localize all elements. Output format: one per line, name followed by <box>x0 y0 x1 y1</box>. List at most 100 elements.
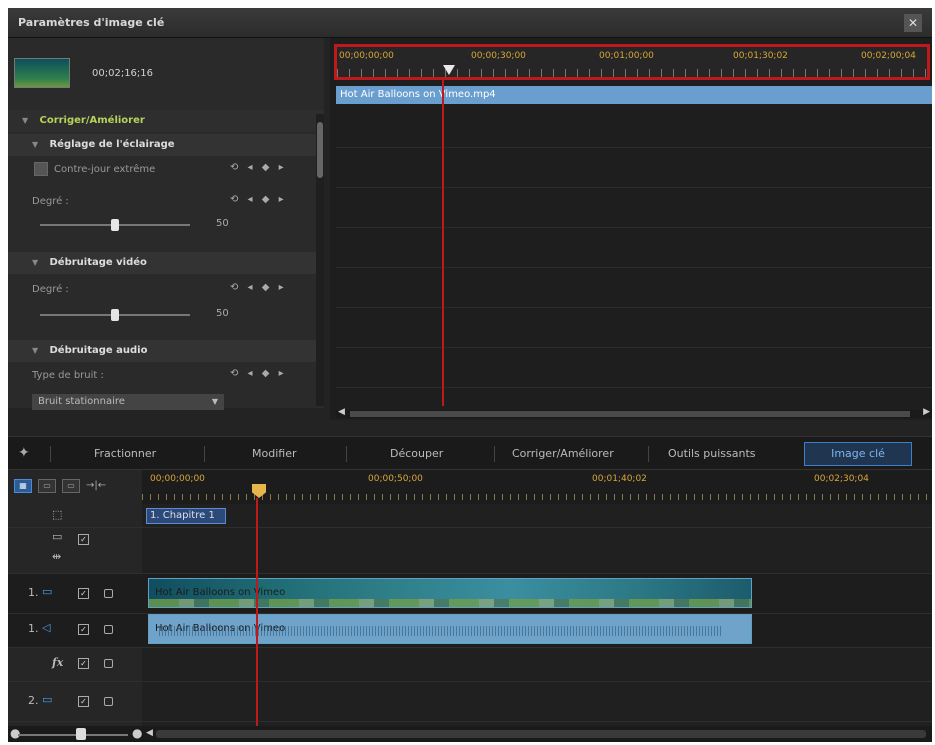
scroll-left-icon[interactable]: ◀ <box>338 407 345 417</box>
modifier-button[interactable]: Modifier <box>252 447 296 460</box>
degre-slider[interactable] <box>40 309 190 321</box>
timeline-ruler[interactable]: 00;00;00;00 00;00;50;00 00;01;40;02 00;0… <box>142 470 932 504</box>
vertical-scrollbar[interactable] <box>316 114 324 406</box>
corriger-ameliorer-button[interactable]: Corriger/Améliorer <box>512 447 614 460</box>
degre-label: Degré : <box>32 196 69 207</box>
split-icon: ⇹ <box>52 550 62 563</box>
track-enable-checkbox[interactable]: ✓ <box>78 588 89 599</box>
outils-puissants-button[interactable]: Outils puissants <box>668 447 756 460</box>
subsection-debruitage-audio[interactable]: ▼ Débruitage audio <box>8 340 324 362</box>
keyframe-row[interactable] <box>336 228 932 268</box>
keyframe-row[interactable] <box>336 348 932 388</box>
zoom-out-icon[interactable]: ● <box>10 726 20 740</box>
subsection-eclairage[interactable]: ▼ Réglage de l'éclairage <box>8 134 324 156</box>
zoom-slider[interactable] <box>18 734 128 736</box>
separator <box>648 446 649 462</box>
timeline-horizontal-scrollbar[interactable] <box>156 730 926 738</box>
clip-title: Hot Air Balloons on Vimeo <box>155 587 286 598</box>
subsection-debruitage-video[interactable]: ▼ Débruitage vidéo <box>8 252 324 274</box>
horizontal-scrollbar[interactable]: ◀ ▶ <box>336 407 932 418</box>
ruler-label: 00;01;00;00 <box>599 51 654 61</box>
zoom-in-icon[interactable]: ● <box>132 726 142 740</box>
bruit-dropdown[interactable]: Bruit stationnaire ▼ <box>32 394 224 410</box>
lock-icon[interactable] <box>104 625 113 634</box>
scroll-thumb[interactable] <box>317 122 323 178</box>
ruler-ticks <box>337 69 927 77</box>
track-enable-checkbox[interactable]: ✓ <box>78 696 89 707</box>
scroll-left-icon[interactable]: ◀ <box>146 728 153 738</box>
monitor-icon[interactable]: ▭ <box>62 479 80 493</box>
keyframe-row[interactable] <box>336 148 932 188</box>
keyframe-controls[interactable]: ⟲ ◂ ◆ ▸ <box>230 282 287 293</box>
keyframe-controls[interactable]: ⟲ ◂ ◆ ▸ <box>230 162 287 173</box>
degre-slider[interactable] <box>40 219 190 231</box>
title-bar: Paramètres d'image clé ✕ <box>8 8 932 38</box>
lock-icon[interactable] <box>104 659 113 668</box>
lock-icon[interactable] <box>104 697 113 706</box>
subsection-label: Débruitage audio <box>49 345 148 356</box>
separator <box>50 446 51 462</box>
audio-track-1: 1. ◁ ✓ Hot Air Balloons on Vimeo <box>8 614 932 648</box>
ruler-label: 00;02;30;04 <box>814 474 869 484</box>
clip-thumbnail <box>14 58 70 88</box>
contre-jour-label: Contre-jour extrême <box>54 164 156 175</box>
slider-thumb[interactable] <box>111 219 119 231</box>
clip-thumbnails <box>149 599 751 607</box>
timeline-playhead-line <box>256 498 258 742</box>
magic-tool-icon[interactable]: ✦ <box>18 445 30 461</box>
zoom-slider-thumb[interactable] <box>76 728 86 740</box>
track-index: 1. <box>28 622 39 635</box>
keyframe-row[interactable] <box>336 188 932 228</box>
collapse-triangle-icon: ▼ <box>32 258 39 267</box>
section-corriger-ameliorer[interactable]: ▼ Corriger/Améliorer <box>8 110 324 132</box>
video-clip[interactable]: Hot Air Balloons on Vimeo <box>148 578 752 608</box>
keyframe-controls[interactable]: ⟲ ◂ ◆ ▸ <box>230 194 287 205</box>
fractionner-button[interactable]: Fractionner <box>94 447 156 460</box>
degre-label: Degré : <box>32 284 69 295</box>
keyframe-row[interactable] <box>336 308 932 348</box>
scroll-thumb[interactable] <box>350 411 910 417</box>
video-track-1: 1. ▭ ✓ Hot Air Balloons on Vimeo <box>8 574 932 614</box>
track-index: 1. <box>28 586 39 599</box>
subsection-label: Débruitage vidéo <box>49 257 147 268</box>
effects-panel: 00;02;16;16 ▼ Corriger/Améliorer ▼ Régla… <box>8 38 324 410</box>
ruler-label: 00;00;30;00 <box>471 51 526 61</box>
fx-track: fx ✓ <box>8 648 932 682</box>
ruler-label: 00;01;40;02 <box>592 474 647 484</box>
timeline-view-tools: ▦ ▭ ▭ →|← <box>14 478 106 493</box>
storyboard-view-icon[interactable]: ▭ <box>38 479 56 493</box>
clip-bar[interactable]: Hot Air Balloons on Vimeo.mp4 <box>336 86 932 104</box>
chapter-marker[interactable]: 1. Chapitre 1 <box>146 508 226 524</box>
keyframe-row[interactable] <box>336 108 932 148</box>
separator <box>346 446 347 462</box>
fx-icon: fx <box>52 656 64 669</box>
slider-thumb[interactable] <box>111 309 119 321</box>
collapse-triangle-icon: ▼ <box>32 346 39 355</box>
playhead-line <box>442 80 444 406</box>
track-enable-checkbox[interactable]: ✓ <box>78 534 89 545</box>
track-enable-checkbox[interactable]: ✓ <box>78 624 89 635</box>
collapse-triangle-icon: ▼ <box>22 116 29 125</box>
separator <box>204 446 205 462</box>
lock-icon[interactable] <box>104 589 113 598</box>
keyframe-ruler[interactable]: 00;00;00;00 00;00;30;00 00;01;00;00 00;0… <box>334 44 930 80</box>
subtitle-track: ▭ ✓ ⇹ <box>8 528 932 574</box>
keyframe-timeline: 00;00;00;00 00;00;30;00 00;01;00;00 00;0… <box>330 38 932 420</box>
audio-track-icon: ◁ <box>42 621 51 634</box>
keyframe-controls[interactable]: ⟲ ◂ ◆ ▸ <box>230 368 287 379</box>
close-button[interactable]: ✕ <box>904 14 922 32</box>
track-enable-checkbox[interactable]: ✓ <box>78 658 89 669</box>
type-bruit-label: Type de bruit : <box>32 370 104 381</box>
keyframe-row[interactable] <box>336 268 932 308</box>
chapter-track: ⬚ 1. Chapitre 1 <box>8 504 932 528</box>
timeline-view-icon[interactable]: ▦ <box>14 479 32 493</box>
fit-icon[interactable]: →|← <box>86 480 106 491</box>
audio-clip[interactable]: Hot Air Balloons on Vimeo <box>148 614 752 644</box>
collapse-triangle-icon: ▼ <box>32 140 39 149</box>
scroll-right-icon[interactable]: ▶ <box>923 407 930 417</box>
contre-jour-checkbox[interactable] <box>34 162 48 176</box>
decouper-button[interactable]: Découper <box>390 447 443 460</box>
section-label: Corriger/Améliorer <box>39 115 145 126</box>
image-cle-button[interactable]: Image clé <box>804 442 912 466</box>
playhead-marker-icon[interactable] <box>443 65 455 75</box>
